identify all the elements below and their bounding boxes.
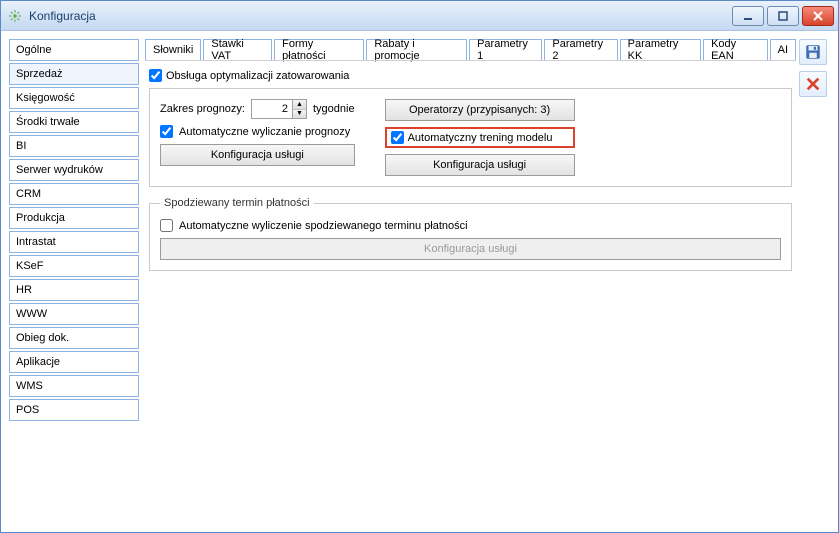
- cancel-icon: [805, 76, 821, 92]
- config-service-button-3: Konfiguracja usługi: [160, 238, 781, 260]
- tab-slowniki[interactable]: Słowniki: [145, 39, 201, 61]
- spinner-down[interactable]: ▼: [293, 110, 306, 119]
- config-service-button-1[interactable]: Konfiguracja usługi: [160, 144, 355, 166]
- sidebar-item-label: Księgowość: [16, 92, 75, 104]
- maximize-button[interactable]: [767, 6, 799, 26]
- save-icon: [804, 43, 822, 61]
- close-icon: [812, 10, 824, 22]
- minimize-button[interactable]: [732, 6, 764, 26]
- button-label: Konfiguracja usługi: [211, 149, 304, 161]
- sidebar-item-hr[interactable]: HR: [9, 279, 139, 301]
- sidebar-item-crm[interactable]: CRM: [9, 183, 139, 205]
- button-label: Konfiguracja usługi: [433, 159, 526, 171]
- window-title: Konfiguracja: [29, 9, 732, 23]
- sidebar-item-ksiegowosc[interactable]: Księgowość: [9, 87, 139, 109]
- auto-payment-label: Automatyczne wyliczenie spodziewanego te…: [179, 220, 468, 232]
- titlebar: Konfiguracja: [1, 1, 838, 31]
- cancel-button[interactable]: [799, 71, 827, 97]
- gear-icon: [7, 8, 23, 24]
- payment-group-title: Spodziewany termin płatności: [160, 197, 314, 209]
- sidebar-item-srodki-trwale[interactable]: Środki trwałe: [9, 111, 139, 133]
- maximize-icon: [777, 10, 789, 22]
- button-label: Operatorzy (przypisanych: 3): [409, 104, 550, 116]
- stock-opt-row: Obsługa optymalizacji zatowarowania: [149, 69, 792, 82]
- tabstrip: Słowniki Stawki VAT Formy płatności Raba…: [145, 39, 796, 61]
- sidebar-item-label: HR: [16, 284, 32, 296]
- sidebar-item-label: Produkcja: [16, 212, 65, 224]
- sidebar-item-wms[interactable]: WMS: [9, 375, 139, 397]
- button-label: Konfiguracja usługi: [424, 243, 517, 255]
- right-toolbar: [796, 39, 830, 524]
- config-window: Konfiguracja Ogólne Sprzedaż Księgowość …: [0, 0, 839, 533]
- tab-label: Parametry 1: [477, 38, 534, 62]
- save-button[interactable]: [799, 39, 827, 65]
- tab-label: AI: [778, 44, 788, 56]
- main: Słowniki Stawki VAT Formy płatności Raba…: [145, 39, 830, 524]
- sidebar-item-label: WMS: [16, 380, 43, 392]
- sidebar-item-label: KSeF: [16, 260, 44, 272]
- forecast-spinner: ▲ ▼: [251, 99, 307, 119]
- stock-opt-checkbox[interactable]: [149, 69, 162, 82]
- sidebar-item-produkcja[interactable]: Produkcja: [9, 207, 139, 229]
- tab-kody-ean[interactable]: Kody EAN: [703, 39, 768, 61]
- tab-label: Parametry KK: [628, 38, 693, 62]
- ai-panel: Obsługa optymalizacji zatowarowania Zakr…: [145, 60, 796, 524]
- auto-training-checkbox[interactable]: [391, 131, 404, 144]
- tab-parametry-kk[interactable]: Parametry KK: [620, 39, 701, 61]
- sidebar-item-label: Sprzedaż: [16, 68, 62, 80]
- sidebar-item-label: Aplikacje: [16, 356, 60, 368]
- sidebar-item-label: BI: [16, 140, 26, 152]
- sidebar-item-intrastat[interactable]: Intrastat: [9, 231, 139, 253]
- close-button[interactable]: [802, 6, 834, 26]
- auto-forecast-label: Automatyczne wyliczanie prognozy: [179, 126, 350, 138]
- sidebar: Ogólne Sprzedaż Księgowość Środki trwałe…: [9, 39, 139, 524]
- payment-group: Spodziewany termin płatności Automatyczn…: [149, 197, 792, 271]
- sidebar-item-ksef[interactable]: KSeF: [9, 255, 139, 277]
- minimize-icon: [742, 10, 754, 22]
- sidebar-item-www[interactable]: WWW: [9, 303, 139, 325]
- tab-label: Formy płatności: [282, 38, 356, 62]
- tab-label: Parametry 2: [552, 38, 609, 62]
- sidebar-item-ogolne[interactable]: Ogólne: [9, 39, 139, 61]
- tab-ai[interactable]: AI: [770, 39, 796, 61]
- config-service-button-2[interactable]: Konfiguracja usługi: [385, 154, 575, 176]
- tab-formy-platnosci[interactable]: Formy płatności: [274, 39, 364, 61]
- forecast-group: Zakres prognozy: ▲ ▼ tygodnie: [149, 88, 792, 187]
- sidebar-item-label: Obieg dok.: [16, 332, 69, 344]
- sidebar-item-obieg-dok[interactable]: Obieg dok.: [9, 327, 139, 349]
- operators-button[interactable]: Operatorzy (przypisanych: 3): [385, 99, 575, 121]
- sidebar-item-label: Intrastat: [16, 236, 56, 248]
- sidebar-item-pos[interactable]: POS: [9, 399, 139, 421]
- window-buttons: [732, 6, 834, 26]
- spinner-up[interactable]: ▲: [293, 100, 306, 110]
- tab-rabaty-promocje[interactable]: Rabaty i promocje: [366, 39, 467, 61]
- tab-label: Słowniki: [153, 44, 193, 56]
- sidebar-item-label: Ogólne: [16, 44, 51, 56]
- tab-stawki-vat[interactable]: Stawki VAT: [203, 39, 272, 61]
- sidebar-item-aplikacje[interactable]: Aplikacje: [9, 351, 139, 373]
- auto-training-highlight: Automatyczny trening modelu: [385, 127, 575, 148]
- sidebar-item-label: Serwer wydruków: [16, 164, 103, 176]
- sidebar-item-sprzedaz[interactable]: Sprzedaż: [9, 63, 139, 85]
- sidebar-item-label: POS: [16, 404, 39, 416]
- tab-parametry-2[interactable]: Parametry 2: [544, 39, 617, 61]
- sidebar-item-label: CRM: [16, 188, 41, 200]
- sidebar-item-bi[interactable]: BI: [9, 135, 139, 157]
- content: Słowniki Stawki VAT Formy płatności Raba…: [145, 39, 796, 524]
- stock-opt-label: Obsługa optymalizacji zatowarowania: [166, 70, 349, 82]
- sidebar-item-label: Środki trwałe: [16, 116, 80, 128]
- body: Ogólne Sprzedaż Księgowość Środki trwałe…: [1, 31, 838, 532]
- tab-label: Stawki VAT: [211, 38, 264, 62]
- forecast-range-label: Zakres prognozy:: [160, 103, 245, 115]
- tab-label: Rabaty i promocje: [374, 38, 459, 62]
- auto-training-label: Automatyczny trening modelu: [408, 132, 553, 144]
- sidebar-item-label: WWW: [16, 308, 47, 320]
- forecast-unit-label: tygodnie: [313, 103, 355, 115]
- sidebar-item-serwer-wydrukow[interactable]: Serwer wydruków: [9, 159, 139, 181]
- auto-payment-checkbox[interactable]: [160, 219, 173, 232]
- forecast-value-input[interactable]: [252, 100, 292, 118]
- tab-parametry-1[interactable]: Parametry 1: [469, 39, 542, 61]
- tab-label: Kody EAN: [711, 38, 760, 62]
- auto-forecast-checkbox[interactable]: [160, 125, 173, 138]
